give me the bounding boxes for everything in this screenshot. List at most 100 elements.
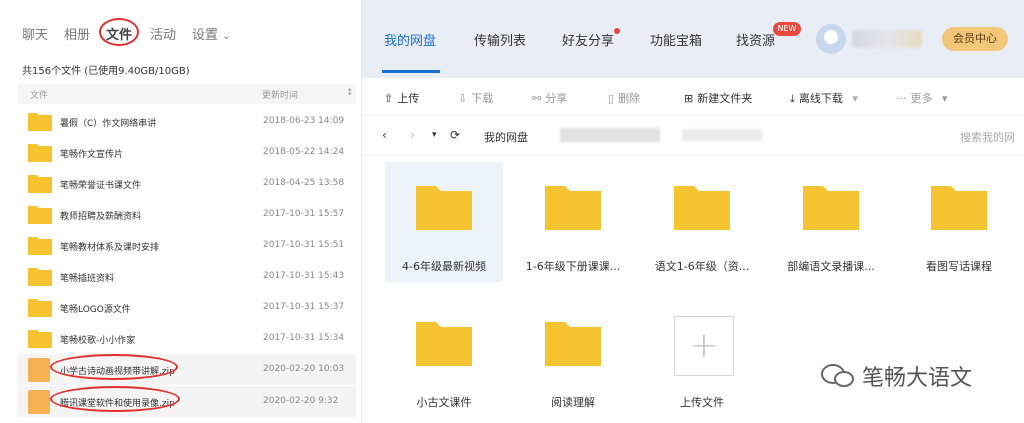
file-row[interactable]: 笔畅教材体系及课时安排 2017-10-31 15:51 — [18, 230, 356, 261]
folder-label: 看图写话课程 — [926, 260, 992, 273]
column-file[interactable]: 文件 — [30, 88, 48, 101]
folder-icon — [28, 206, 52, 224]
file-name: 笔畅插班资料 — [60, 274, 115, 284]
breadcrumb[interactable]: 我的网盘 — [484, 129, 528, 145]
delete-button[interactable]: ▯ 删除 — [608, 90, 640, 106]
upload-file-label: 上传文件 — [680, 396, 724, 409]
file-date: 2018-05-22 14:24 — [263, 147, 345, 157]
upload-button[interactable]: ⇧ 上传 — [384, 90, 419, 106]
download-label: 下载 — [471, 92, 494, 105]
folder-tile[interactable]: 部编语文录播课... — [772, 162, 890, 282]
tab-my-disk[interactable]: 我的网盘 — [384, 30, 436, 49]
file-row[interactable]: 笔畅荣誉证书课文件 2018-04-25 13:58 — [18, 168, 356, 199]
new-badge: NEW — [773, 22, 801, 36]
file-name: 笔畅荣誉证书课文件 — [60, 181, 142, 191]
folder-tile[interactable]: 阅读理解 — [514, 298, 632, 418]
qq-group-file-panel: 聊天 相册 文件 活动 设置 ⌄ 共156个文件 (已使用9.40GB/10GB… — [0, 0, 362, 423]
file-date: 2020-02-20 9:32 — [263, 396, 339, 406]
share-button[interactable]: ⚯ 分享 — [532, 90, 567, 106]
folder-icon — [545, 322, 601, 366]
forward-icon[interactable]: › — [410, 128, 415, 142]
highlight-circle — [99, 18, 139, 46]
zip-file-icon — [28, 358, 50, 382]
tab-toolbox[interactable]: 功能宝箱 — [650, 30, 702, 49]
watermark-text: 笔畅大语文 — [862, 366, 973, 391]
folder-icon — [28, 330, 52, 348]
tab-album[interactable]: 相册 — [64, 24, 90, 43]
file-name: 笔畅教材体系及课时安排 — [60, 243, 160, 253]
file-date: 2017-10-31 15:51 — [263, 240, 345, 250]
folder-tile[interactable]: 语文1-6年级（资... — [643, 162, 761, 282]
file-row[interactable]: 暑假（C）作文网络串讲 2018-06-23 14:09 — [18, 106, 356, 137]
caret-down-icon: ▾ — [942, 92, 948, 105]
refresh-icon[interactable]: ⟳ — [450, 128, 460, 142]
column-sort-icon[interactable]: ↕ — [346, 88, 354, 98]
tab-chat[interactable]: 聊天 — [22, 24, 48, 43]
new-folder-button[interactable]: ⊞ 新建文件夹 — [684, 90, 752, 106]
vip-center-button[interactable]: 会员中心 — [942, 27, 1008, 51]
folder-label: 语文1-6年级（资... — [654, 260, 750, 273]
top-nav: 我的网盘 传输列表 好友分享 功能宝箱 找资源 NEW 会员中心 — [362, 0, 1024, 78]
download-button[interactable]: ⇩ 下载 — [458, 90, 493, 106]
highlight-oval — [50, 354, 178, 380]
download-icon: ⇩ — [458, 92, 468, 105]
breadcrumb-blurred — [682, 129, 762, 141]
file-date: 2017-10-31 15:57 — [263, 209, 345, 219]
column-updated[interactable]: 更新时间 — [262, 88, 298, 101]
folder-tile[interactable]: 看图写话课程 — [900, 162, 1018, 282]
file-toolbar: ⇧ 上传 ⇩ 下载 ⚯ 分享 ▯ 删除 ⊞ 新建文件夹 ⤓ 离线下载 ▾ ··· 更多 ▾ — [362, 78, 1024, 116]
offline-download-button[interactable]: ⤓ 离线下载 ▾ — [790, 90, 862, 106]
file-name: 笔畅作文宣传片 — [60, 150, 124, 160]
tab-activity[interactable]: 活动 — [150, 24, 176, 43]
trash-icon: ▯ — [608, 92, 615, 105]
file-row[interactable]: 笔畅插班资料 2017-10-31 15:43 — [18, 261, 356, 292]
breadcrumb-blurred — [560, 128, 660, 142]
file-row[interactable]: 教师招聘及薪酬资料 2017-10-31 15:57 — [18, 199, 356, 230]
tab-settings-label: 设置 — [192, 28, 219, 43]
tab-settings[interactable]: 设置 ⌄ — [192, 24, 231, 43]
download-icon: ⤓ — [790, 92, 795, 105]
folder-tile[interactable]: 1-6年级下册课课... — [514, 162, 632, 282]
file-row[interactable]: 笔畅作文宣传片 2018-05-22 14:24 — [18, 137, 356, 168]
folder-icon — [545, 186, 601, 230]
folder-icon — [931, 186, 987, 230]
folder-icon — [416, 322, 472, 366]
tab-transfer-list[interactable]: 传输列表 — [474, 30, 526, 49]
username-blurred[interactable] — [852, 30, 922, 48]
notification-dot — [614, 28, 620, 34]
file-date: 2018-04-25 13:58 — [263, 178, 345, 188]
storage-summary: 共156个文件 (已使用9.40GB/10GB) — [22, 66, 190, 77]
file-date: 2017-10-31 15:37 — [263, 302, 345, 312]
file-row[interactable]: 笔畅校歌-小小作家 2017-10-31 15:34 — [18, 323, 356, 354]
file-date: 2017-10-31 15:34 — [263, 333, 345, 343]
back-icon[interactable]: ‹ — [382, 128, 387, 142]
history-caret-icon[interactable]: ▾ — [432, 130, 437, 140]
folder-tile[interactable]: 4-6年级最新视频 — [385, 162, 503, 282]
folder-label: 1-6年级下册课课... — [525, 260, 621, 273]
ellipsis-icon: ··· — [896, 92, 907, 105]
folder-tile[interactable]: 小古文课件 — [385, 298, 503, 418]
new-folder-label: 新建文件夹 — [697, 92, 753, 105]
file-name: 笔畅校歌-小小作家 — [60, 336, 136, 346]
delete-label: 删除 — [618, 92, 641, 105]
more-button[interactable]: ··· 更多 ▾ — [896, 90, 952, 106]
upload-file-tile[interactable]: + — [674, 316, 734, 376]
folder-icon — [28, 144, 52, 162]
chevron-down-icon: ⌄ — [222, 31, 231, 42]
plus-icon: + — [688, 325, 720, 366]
file-name: 笔畅LOGO源文件 — [60, 305, 131, 315]
search-input[interactable]: 搜索我的网 — [960, 129, 1015, 145]
folder-icon — [674, 186, 730, 230]
folder-label: 部编语文录播课... — [787, 260, 875, 273]
avatar[interactable] — [816, 24, 846, 54]
file-row[interactable]: 笔畅LOGO源文件 2017-10-31 15:37 — [18, 292, 356, 323]
folder-label: 4-6年级最新视频 — [402, 260, 486, 273]
file-date: 2018-06-23 14:09 — [263, 116, 345, 126]
share-icon: ⚯ — [532, 92, 542, 105]
upload-icon: ⇧ — [384, 92, 394, 105]
file-date: 2020-02-20 10:03 — [263, 364, 345, 374]
folder-icon — [28, 113, 52, 131]
group-tabs: 聊天 相册 文件 活动 设置 ⌄ — [0, 0, 362, 60]
tab-find-resources[interactable]: 找资源 — [736, 30, 775, 49]
tab-friend-share[interactable]: 好友分享 — [562, 30, 614, 49]
